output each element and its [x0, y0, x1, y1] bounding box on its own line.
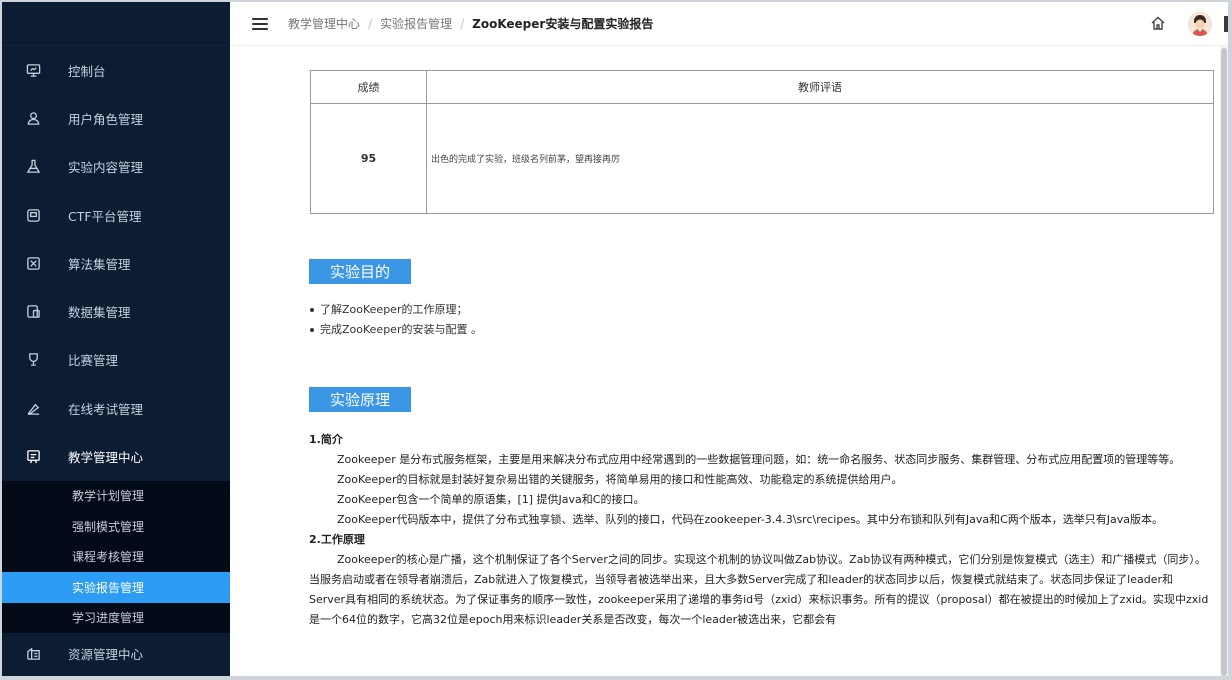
- sidebar-item-datasets[interactable]: 数据集管理: [2, 287, 230, 335]
- submenu-item-course-assessment[interactable]: 课程考核管理: [2, 542, 230, 573]
- article-body: 1.简介 Zookeeper 是分布式服务框架，主要是用来解决分布式应用中经常遇…: [309, 430, 1209, 630]
- sidebar-item-label: 算法集管理: [68, 256, 131, 272]
- breadcrumb-separator: /: [460, 16, 465, 31]
- exam-icon: [24, 399, 42, 417]
- avatar[interactable]: [1188, 12, 1212, 36]
- teaching-icon: [24, 448, 42, 466]
- resource-icon: [24, 644, 42, 662]
- sidebar-item-label: 数据集管理: [68, 305, 131, 321]
- sidebar-item-label: 在线考试管理: [68, 401, 144, 417]
- purpose-list: 了解ZooKeeper的工作原理； 完成ZooKeeper的安装与配置 。: [310, 300, 482, 340]
- section-title-purpose: 实验目的: [309, 259, 411, 284]
- window-frame: 控制台 用户角色管理 实验内容管理 CTF平台管理 算法集管理 数据集管理 比赛…: [0, 0, 1232, 680]
- content-scrollbar[interactable]: [1220, 46, 1228, 676]
- sidebar-item-console[interactable]: 控制台: [2, 46, 230, 94]
- submenu-item-lab-reports[interactable]: 实验报告管理: [2, 572, 230, 603]
- table-header-comment: 教师评语: [426, 70, 1214, 104]
- sidebar-item-online-exams[interactable]: 在线考试管理: [2, 384, 230, 432]
- sidebar-item-ctf[interactable]: CTF平台管理: [2, 191, 230, 239]
- breadcrumb-current: ZooKeeper安装与配置实验报告: [472, 17, 654, 31]
- breadcrumb-separator: /: [368, 16, 373, 31]
- sidebar: 控制台 用户角色管理 实验内容管理 CTF平台管理 算法集管理 数据集管理 比赛…: [2, 2, 230, 676]
- sidebar-item-label: 比赛管理: [68, 353, 119, 369]
- sidebar-item-teaching-center[interactable]: 教学管理中心: [2, 432, 230, 480]
- article-paragraph: Zookeeper 是分布式服务框架，主要是用来解决分布式应用中经常遇到的一些数…: [337, 453, 1181, 466]
- monitor-icon: [24, 61, 42, 79]
- sidebar-item-label: CTF平台管理: [68, 208, 142, 224]
- logo-area: [2, 2, 230, 46]
- article-paragraph: ZooKeeper代码版本中，提供了分布式独享锁、选举、队列的接口，代码在zoo…: [337, 513, 1163, 526]
- article-heading-intro: 1.简介: [309, 433, 343, 446]
- sidebar-item-user-roles[interactable]: 用户角色管理: [2, 94, 230, 142]
- sidebar-item-label: 教学管理中心: [68, 450, 144, 466]
- submenu-item-learning-progress[interactable]: 学习进度管理: [2, 603, 230, 634]
- article-paragraph: ZooKeeper的目标就是封装好复杂易出错的关键服务，将简单易用的接口和性能高…: [337, 473, 903, 486]
- sidebar-item-experiments[interactable]: 实验内容管理: [2, 143, 230, 191]
- scrollbar-thumb[interactable]: [1221, 48, 1227, 676]
- menu-toggle-icon[interactable]: [252, 17, 268, 30]
- score-value: 95: [310, 103, 427, 214]
- flask-icon: [24, 158, 42, 176]
- section-title-principle: 实验原理: [309, 387, 411, 412]
- list-item: 完成ZooKeeper的安装与配置 。: [310, 320, 482, 340]
- trophy-icon: [24, 351, 42, 369]
- top-header: 教学管理中心 / 实验报告管理 / ZooKeeper安装与配置实验报告: [230, 2, 1228, 46]
- sidebar-item-label: 资源管理中心: [68, 646, 144, 662]
- sidebar-item-label: 实验内容管理: [68, 160, 144, 176]
- submenu-item-forced-mode[interactable]: 强制模式管理: [2, 511, 230, 542]
- sidebar-item-label: 控制台: [68, 63, 106, 79]
- table-header-row: 成绩 教师评语: [310, 70, 1214, 104]
- article-paragraph: ZooKeeper包含一个简单的原语集，[1] 提供Java和C的接口。: [337, 493, 645, 506]
- sidebar-item-competitions[interactable]: 比赛管理: [2, 336, 230, 384]
- user-icon: [24, 109, 42, 127]
- teaching-submenu: 教学计划管理 强制模式管理 课程考核管理 实验报告管理 学习进度管理: [2, 480, 230, 634]
- list-item: 了解ZooKeeper的工作原理；: [310, 300, 482, 320]
- teacher-comment: 出色的完成了实验，班级名列前茅，望再接再厉: [426, 103, 1214, 214]
- algorithm-icon: [24, 254, 42, 272]
- sidebar-item-resource-center[interactable]: 资源管理中心: [2, 633, 230, 673]
- dataset-icon: [24, 303, 42, 321]
- app-window: 控制台 用户角色管理 实验内容管理 CTF平台管理 算法集管理 数据集管理 比赛…: [2, 2, 1228, 676]
- article-paragraph: Zookeeper的核心是广播，这个机制保证了各个Server之间的同步。实现这…: [309, 553, 1209, 626]
- submenu-item-teaching-plan[interactable]: 教学计划管理: [2, 481, 230, 512]
- table-row: 95 出色的完成了实验，班级名列前茅，望再接再厉: [310, 103, 1214, 214]
- breadcrumb-item-lab-reports[interactable]: 实验报告管理: [380, 15, 452, 32]
- grade-table: 成绩 教师评语 95 出色的完成了实验，班级名列前茅，望再接再厉: [310, 70, 1214, 214]
- home-icon[interactable]: [1150, 15, 1168, 33]
- report-content: 成绩 教师评语 95 出色的完成了实验，班级名列前茅，望再接再厉 实验目的 了解…: [230, 46, 1228, 676]
- breadcrumb-item-teaching-center[interactable]: 教学管理中心: [288, 15, 360, 32]
- table-header-score: 成绩: [310, 70, 427, 104]
- sidebar-item-algorithms[interactable]: 算法集管理: [2, 239, 230, 287]
- article-heading-principle: 2.工作原理: [309, 533, 365, 546]
- ctf-icon: [24, 206, 42, 224]
- sidebar-item-label: 用户角色管理: [68, 111, 144, 127]
- header-edge: [1224, 16, 1228, 32]
